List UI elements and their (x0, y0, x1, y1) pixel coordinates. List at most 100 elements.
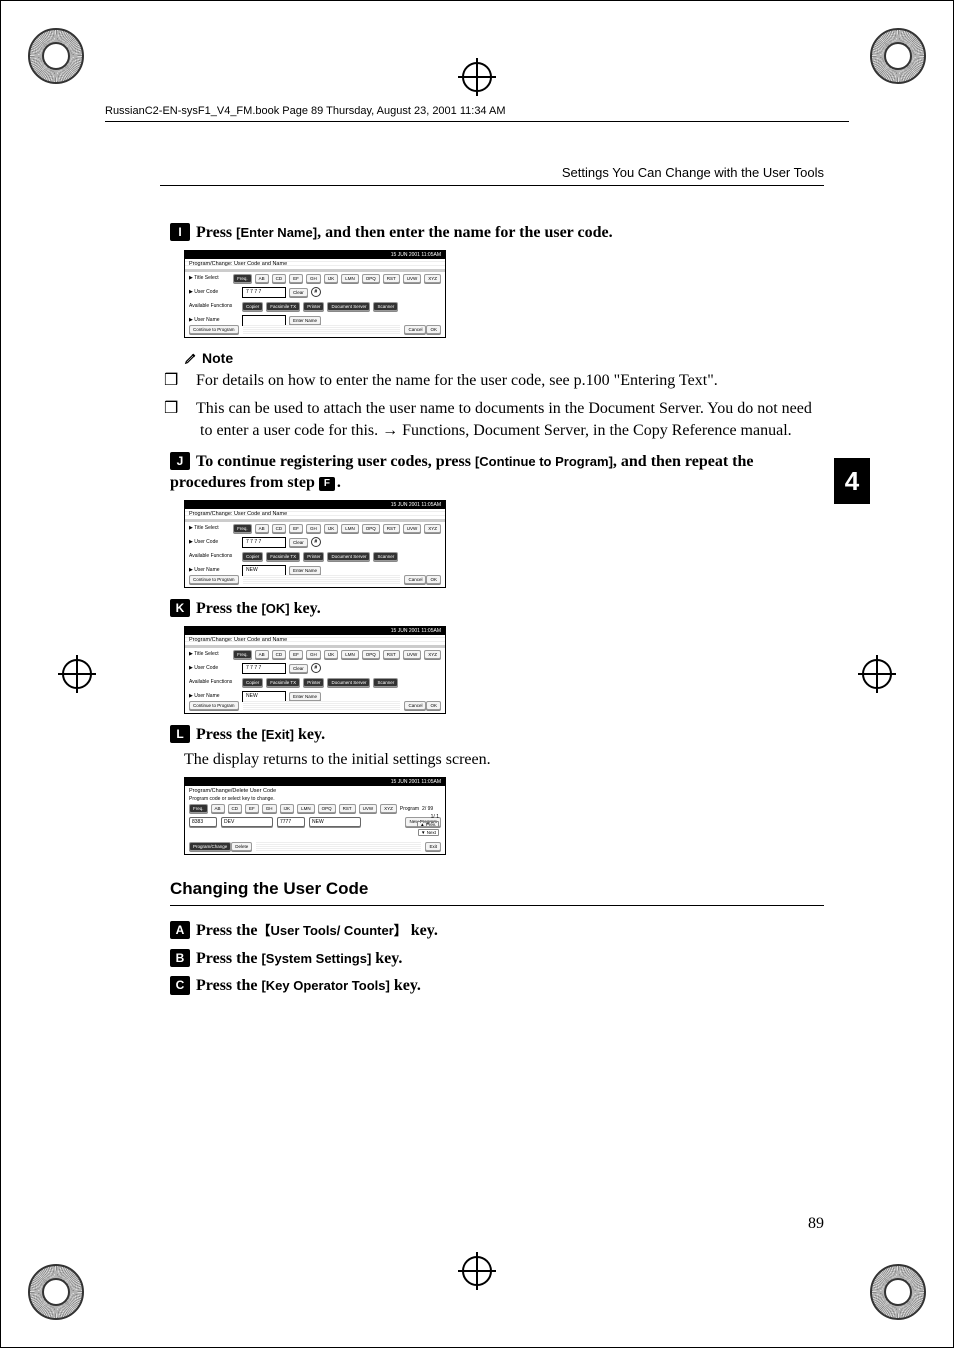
scr-func-fax[interactable]: Facsimile TX (266, 678, 300, 687)
scr-exit-button[interactable]: Exit (425, 842, 441, 851)
scr-cancel-button[interactable]: Cancel (404, 325, 426, 334)
scr-tab[interactable]: GH (306, 274, 321, 283)
step-12-prefix: Press the (196, 726, 261, 743)
scr-func-scanner[interactable]: Scanner (373, 302, 398, 311)
list-code-1[interactable]: 8383 (189, 817, 217, 827)
scr-tab[interactable]: LMN (341, 274, 359, 283)
scr-tab[interactable]: EF (289, 524, 303, 533)
scr-tab[interactable]: XYZ (380, 804, 397, 813)
scr-next-button[interactable]: ▼ Next (418, 829, 439, 836)
scr-func-docserver[interactable]: Document Server (327, 302, 370, 311)
scr-tab[interactable]: IJK (324, 650, 339, 659)
scr-tab[interactable]: LMN (341, 524, 359, 533)
scr-tab[interactable]: CD (228, 804, 243, 813)
scr-tab[interactable]: GH (306, 524, 321, 533)
scr-clear-button[interactable]: Clear (289, 538, 308, 547)
scr-tab[interactable]: AB (255, 524, 269, 533)
scr-continue-button[interactable]: Continue to Program (189, 575, 239, 584)
step-10: J To continue registering user codes, pr… (170, 451, 824, 494)
scr-tab[interactable]: AB (255, 274, 269, 283)
scr-prev-button[interactable]: ▲ Prev. (417, 821, 439, 828)
scr-tab[interactable]: OPQ (318, 804, 336, 813)
scr-tab[interactable]: UVW (403, 524, 422, 533)
scr-row-code: ▶ User Code (189, 539, 239, 545)
scr-tab-freq[interactable]: Freq. (233, 650, 252, 659)
scr-tab[interactable]: OPQ (362, 274, 380, 283)
scr-tab[interactable]: CD (272, 274, 287, 283)
scr-entername-button[interactable]: Enter Name (289, 316, 321, 325)
list-name-2[interactable]: NEW (309, 817, 361, 827)
scr-tab-freq[interactable]: Freq. (189, 804, 208, 813)
scr-func-fax[interactable]: Facsimile TX (266, 552, 300, 561)
scr-tab[interactable]: EF (245, 804, 259, 813)
scr-tab[interactable]: OPQ (362, 650, 380, 659)
scr-tab-freq[interactable]: Freq. (233, 524, 252, 533)
scr-tab[interactable]: RST (339, 804, 356, 813)
scr-hash-key[interactable]: # (311, 287, 321, 297)
scr-code-input[interactable]: 7 7 7 7 (242, 537, 286, 548)
scr-tab[interactable]: IJK (324, 274, 339, 283)
scr-cancel-button[interactable]: Cancel (404, 575, 426, 584)
scr-tab[interactable]: UVW (403, 274, 422, 283)
scr-tab[interactable]: RST (383, 650, 400, 659)
scr-func-printer[interactable]: Printer (303, 678, 324, 687)
scr-tab[interactable]: LMN (297, 804, 315, 813)
scr-tab[interactable]: GH (262, 804, 277, 813)
scr-tab[interactable]: EF (289, 274, 303, 283)
scr-tab[interactable]: XYZ (424, 524, 441, 533)
scr-row-code: ▶ User Code (189, 665, 239, 671)
scr-programchange-button[interactable]: Program/Change (189, 842, 231, 851)
scr-tab[interactable]: IJK (324, 524, 339, 533)
scr-tab[interactable]: XYZ (424, 274, 441, 283)
scr-func-scanner[interactable]: Scanner (373, 552, 398, 561)
scr-tab[interactable]: EF (289, 650, 303, 659)
changing-step-1-suffix: key. (407, 922, 438, 939)
scr-func-copier[interactable]: Copier (242, 302, 263, 311)
scr-tab[interactable]: AB (255, 650, 269, 659)
scr-cancel-button[interactable]: Cancel (404, 701, 426, 710)
scr-tab[interactable]: RST (383, 274, 400, 283)
pencil-icon (184, 351, 198, 365)
changing-step-3: C Press the [Key Operator Tools] key. (170, 975, 824, 997)
scr-entername-button[interactable]: Enter Name (289, 692, 321, 701)
scr-func-fax[interactable]: Facsimile TX (266, 302, 300, 311)
scr-func-printer[interactable]: Printer (303, 302, 324, 311)
scr-func-copier[interactable]: Copier (242, 552, 263, 561)
scr-tab[interactable]: OPQ (362, 524, 380, 533)
scr-tab[interactable]: UVW (403, 650, 422, 659)
page-number: 89 (808, 1215, 824, 1233)
scr-code-input[interactable]: 7 7 7 7 (242, 287, 286, 298)
scr-clear-button[interactable]: Clear (289, 288, 308, 297)
scr-tab[interactable]: CD (272, 524, 287, 533)
scr-tab[interactable]: CD (272, 650, 287, 659)
scr-ok-button[interactable]: OK (426, 575, 441, 584)
step-12-key: [Exit] (261, 727, 294, 742)
scr-hash-key[interactable]: # (311, 537, 321, 547)
scr-ok-button[interactable]: OK (426, 701, 441, 710)
scr-continue-button[interactable]: Continue to Program (189, 701, 239, 710)
scr-tab[interactable]: AB (211, 804, 225, 813)
scr-title: Program/Change: User Code and Name (185, 259, 445, 272)
list-name-1[interactable]: DEV (221, 817, 273, 827)
scr-func-scanner[interactable]: Scanner (373, 678, 398, 687)
scr-tab[interactable]: IJK (280, 804, 295, 813)
scr-func-printer[interactable]: Printer (303, 552, 324, 561)
scr-func-docserver[interactable]: Document Server (327, 678, 370, 687)
scr-func-docserver[interactable]: Document Server (327, 552, 370, 561)
scr-tab-freq[interactable]: Freq. (233, 274, 252, 283)
scr-hash-key[interactable]: # (311, 663, 321, 673)
list-code-2[interactable]: 7777 (277, 817, 305, 827)
scr-tab[interactable]: XYZ (424, 650, 441, 659)
scr-tab[interactable]: UVW (359, 804, 378, 813)
scr-tab[interactable]: LMN (341, 650, 359, 659)
scr-clear-button[interactable]: Clear (289, 664, 308, 673)
scr-continue-button[interactable]: Continue to Program (189, 325, 239, 334)
scr-row-avail: Available Functions (189, 553, 239, 559)
scr-tab[interactable]: GH (306, 650, 321, 659)
scr-ok-button[interactable]: OK (426, 325, 441, 334)
scr-func-copier[interactable]: Copier (242, 678, 263, 687)
scr-delete-button[interactable]: Delete (231, 842, 252, 851)
scr-tab[interactable]: RST (383, 524, 400, 533)
scr-code-input[interactable]: 7 7 7 7 (242, 663, 286, 674)
scr-entername-button[interactable]: Enter Name (289, 566, 321, 575)
